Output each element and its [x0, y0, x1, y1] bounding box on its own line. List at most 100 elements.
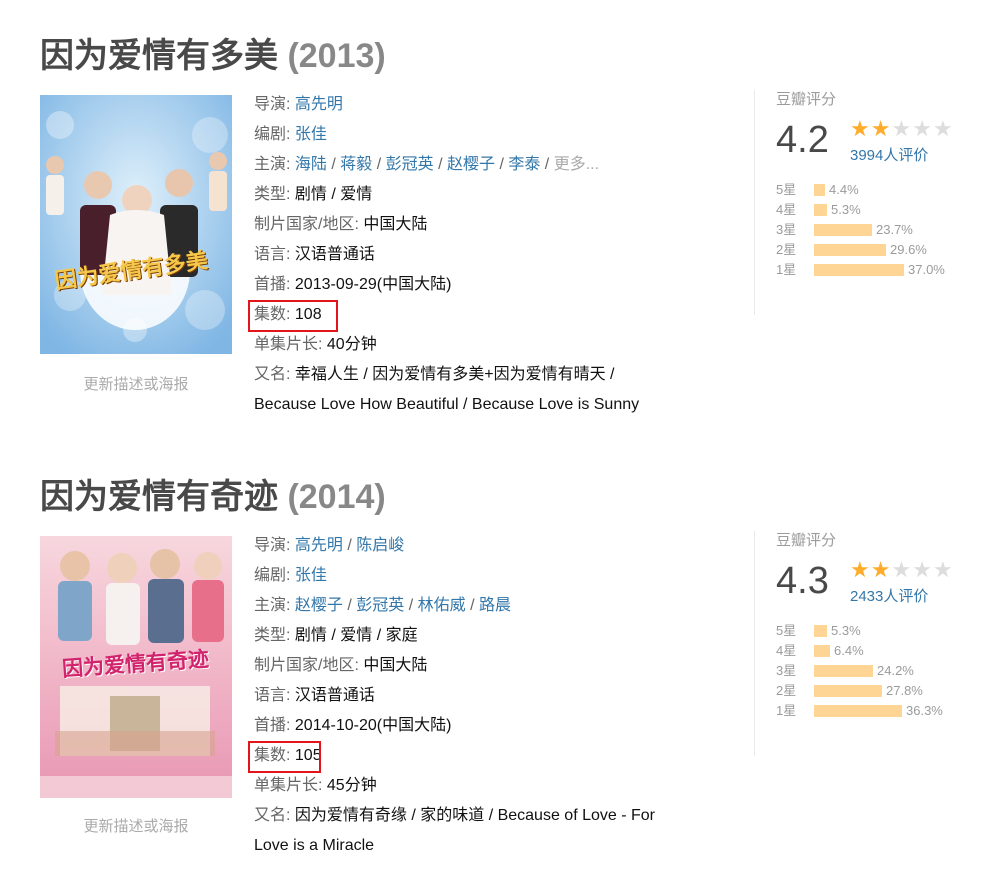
cast-link[interactable]: 蒋毅 — [340, 156, 372, 173]
language-label: 语言 — [254, 246, 287, 263]
rating-percent: 5.3% — [831, 623, 861, 638]
rating-dist-row: 1星 37.0% — [776, 260, 984, 280]
director-label: 导演 — [254, 537, 287, 554]
cast-link[interactable]: 李泰 — [508, 156, 540, 173]
star-icon: ★ — [870, 557, 892, 582]
poster-image[interactable]: 因为爱情有奇迹 — [40, 536, 232, 798]
rating-bar — [814, 184, 825, 196]
director-row: 导演: 高先明 — [254, 96, 343, 113]
writer-label: 编剧 — [254, 126, 287, 143]
cast-link[interactable]: 林佑威 — [418, 597, 466, 614]
genre-row: 类型: 剧情 / 爱情 — [254, 186, 373, 203]
rating-dist-row: 5星 5.3% — [776, 621, 984, 641]
cast-label: 主演 — [254, 597, 287, 614]
cast-link[interactable]: 赵樱子 — [295, 597, 343, 614]
highlight-box — [248, 300, 338, 332]
star-level-label: 2星 — [776, 683, 797, 698]
star-icon: ★ — [912, 116, 933, 141]
aka-label: 又名 — [254, 366, 287, 383]
aka-row: 又名: 因为爱情有奇缘 / 家的味道 / Because of Love - F… — [254, 807, 655, 824]
runtime-value: 45分钟 — [326, 777, 377, 794]
aka-label: 又名 — [254, 807, 287, 824]
rating-dist-row: 4星 6.4% — [776, 641, 984, 661]
star-icon: ★ — [850, 116, 871, 141]
premiere-value: 2014-10-20(中国大陆) — [294, 717, 452, 734]
aka-value: 幸福人生 / 因为爱情有多美+因为爱情有晴天 / — [294, 366, 615, 383]
votes-link[interactable]: 2433人评价 — [850, 585, 928, 606]
rating-dist-row: 2星 27.8% — [776, 681, 984, 701]
language-row: 语言: 汉语普通话 — [254, 246, 375, 263]
writer-link[interactable]: 张佳 — [295, 126, 327, 143]
update-poster-link[interactable]: 更新描述或海报 — [40, 815, 232, 836]
cast-row: 主演: 海陆 / 蒋毅 / 彭冠英 / 赵樱子 / 李泰 / 更多... — [254, 156, 600, 173]
cast-link[interactable]: 路晨 — [479, 597, 511, 614]
title-year: (2014) — [287, 478, 386, 516]
language-label: 语言 — [254, 687, 287, 704]
premiere-label: 首播 — [254, 276, 287, 293]
language-value: 汉语普通话 — [294, 246, 375, 263]
language-value: 汉语普通话 — [294, 687, 375, 704]
director-link[interactable]: 陈启峻 — [356, 537, 404, 554]
star-level-label: 5星 — [776, 623, 797, 638]
genre-row: 类型: 剧情 / 爱情 / 家庭 — [254, 627, 418, 644]
star-level-label: 4星 — [776, 643, 797, 658]
rating-dist-row: 3星 23.7% — [776, 220, 984, 240]
cast-link[interactable]: 赵樱子 — [447, 156, 495, 173]
star-icon: ★ — [912, 557, 933, 582]
title-text: 因为爱情有多美 — [40, 37, 278, 75]
director-label: 导演 — [254, 96, 287, 113]
star-level-label: 3星 — [776, 663, 797, 678]
aka-continuation: Love is a Miracle — [254, 837, 375, 854]
runtime-row: 单集片长: 40分钟 — [254, 336, 377, 353]
rating-percent: 6.4% — [834, 643, 864, 658]
rating-label: 豆瓣评分 — [776, 532, 837, 549]
star-level-label: 1星 — [776, 703, 797, 718]
rating-bar — [814, 665, 873, 677]
rating-dist-row: 1星 36.3% — [776, 701, 984, 721]
cast-more-link[interactable]: 更多... — [554, 156, 599, 173]
rating-bar — [814, 625, 827, 637]
star-icon: ★ — [870, 116, 892, 141]
runtime-row: 单集片长: 45分钟 — [254, 777, 377, 794]
director-link[interactable]: 高先明 — [295, 537, 343, 554]
rating-dist-row: 3星 24.2% — [776, 661, 984, 681]
star-icon: ★ — [932, 116, 954, 141]
star-level-label: 1星 — [776, 262, 797, 277]
star-rating: ★★★★★ — [850, 118, 954, 140]
highlight-box — [248, 741, 321, 773]
cast-link[interactable]: 彭冠英 — [356, 597, 404, 614]
votes-link[interactable]: 3994人评价 — [850, 144, 928, 165]
rating-percent: 24.2% — [877, 663, 914, 678]
poster-image[interactable]: 因为爱情有多美 — [40, 95, 232, 354]
cast-link[interactable]: 彭冠英 — [386, 156, 434, 173]
star-level-label: 5星 — [776, 182, 797, 197]
rating-percent: 37.0% — [908, 262, 945, 277]
star-icon: ★ — [891, 116, 913, 141]
episodes-row: 集数: 108 — [248, 300, 724, 332]
star-icon: ★ — [932, 557, 954, 582]
writer-row: 编剧: 张佳 — [254, 567, 327, 584]
genre-label: 类型 — [254, 627, 287, 644]
update-poster-link[interactable]: 更新描述或海报 — [40, 373, 232, 394]
rating-dist-row: 4星 5.3% — [776, 200, 984, 220]
director-link[interactable]: 高先明 — [295, 96, 343, 113]
country-label: 制片国家/地区 — [254, 657, 355, 674]
star-level-label: 4星 — [776, 202, 797, 217]
genre-value: 剧情 / 爱情 — [294, 186, 373, 203]
star-level-label: 3星 — [776, 222, 797, 237]
genre-value: 剧情 / 爱情 / 家庭 — [294, 627, 418, 644]
cast-link[interactable]: 海陆 — [295, 156, 327, 173]
runtime-value: 40分钟 — [326, 336, 377, 353]
director-row: 导演: 高先明 / 陈启峻 — [254, 537, 405, 554]
movie-title: 因为爱情有多美 (2013) — [40, 28, 386, 77]
title-year: (2013) — [287, 37, 386, 75]
premiere-label: 首播 — [254, 717, 287, 734]
country-value: 中国大陆 — [363, 657, 428, 674]
aka-value: 因为爱情有奇缘 / 家的味道 / Because of Love - For — [294, 807, 655, 824]
movie-title: 因为爱情有奇迹 (2014) — [40, 469, 386, 518]
premiere-row: 首播: 2013-09-29(中国大陆) — [254, 276, 452, 293]
star-icon: ★ — [891, 557, 913, 582]
rating-percent: 23.7% — [876, 222, 913, 237]
rating-score: 4.3 — [776, 560, 829, 602]
writer-link[interactable]: 张佳 — [295, 567, 327, 584]
